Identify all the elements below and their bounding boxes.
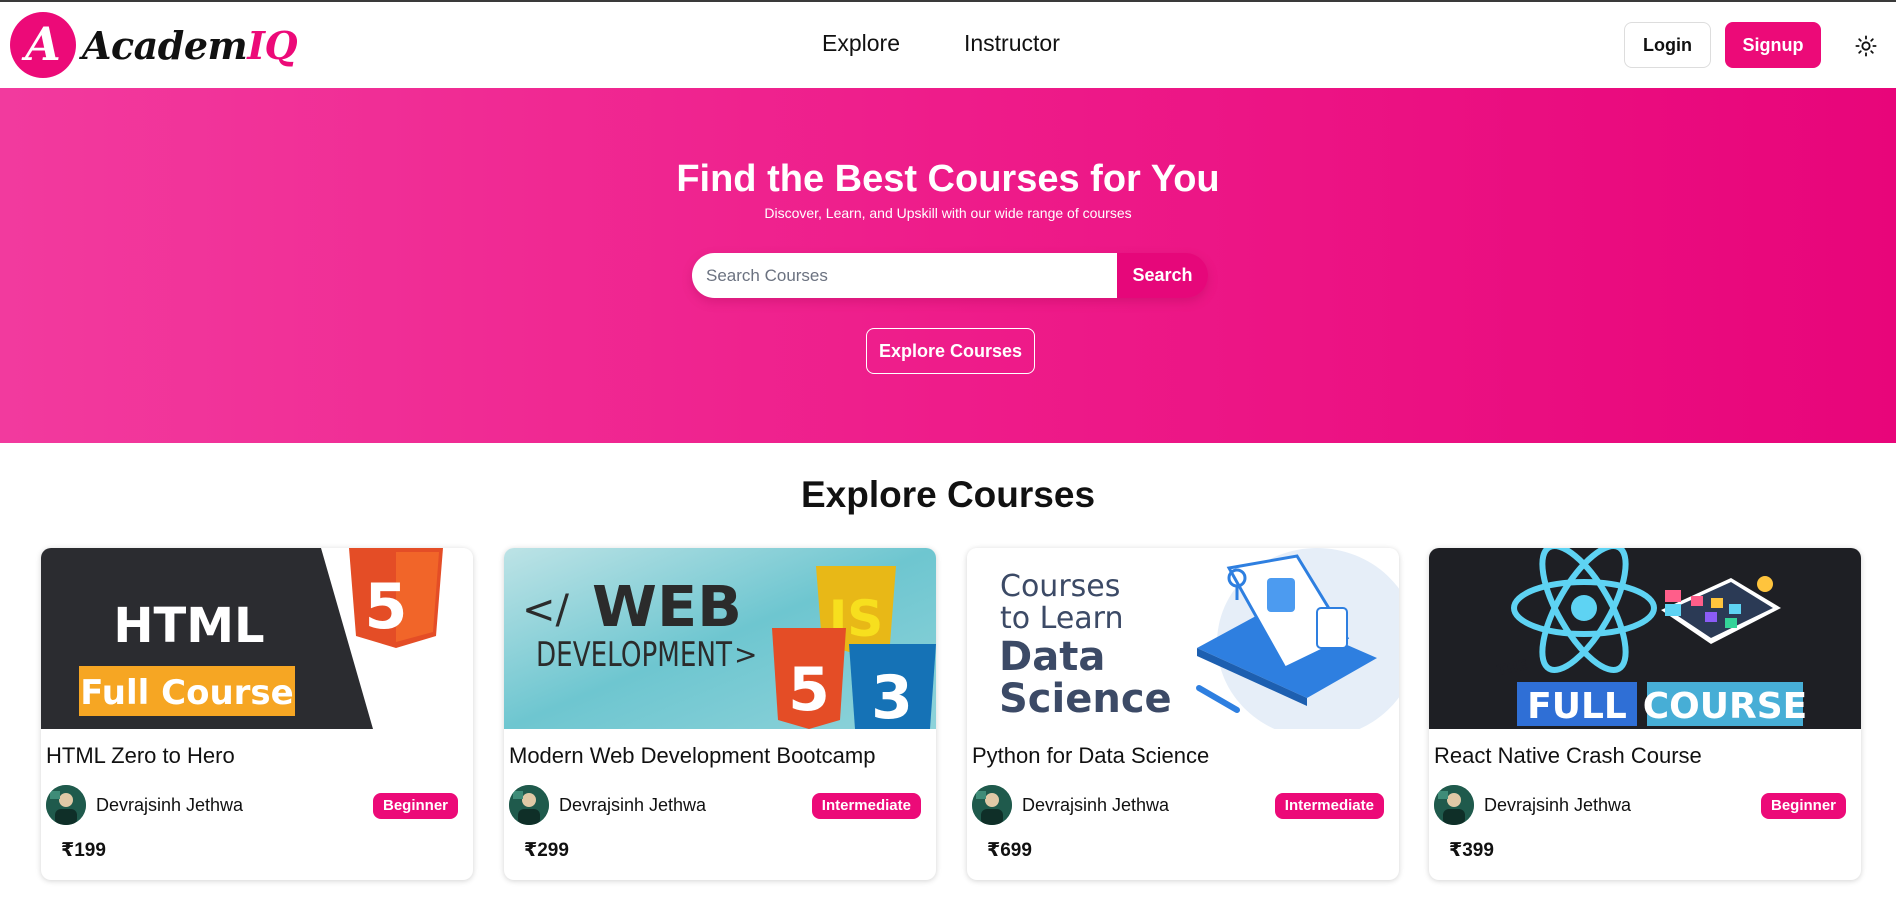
- logo-initial: A: [25, 17, 61, 71]
- main-nav: Explore Instructor: [822, 30, 1060, 57]
- brand-name: AcademIQ: [82, 22, 298, 68]
- course-card-webdev[interactable]: </ WEB DEVELOPMENT > JS 5 3 Modern Web D…: [504, 548, 936, 880]
- instructor-avatar: [972, 785, 1012, 825]
- thumb-html5-number: 5: [364, 570, 407, 643]
- thumb-tag-open: </: [522, 587, 570, 633]
- thumb-to-learn-label: to Learn: [1000, 601, 1124, 636]
- navbar: A AcademIQ Explore Instructor Login Sign…: [0, 2, 1896, 88]
- course-thumbnail: 5 HTML Full Course: [41, 548, 473, 729]
- instructor-avatar: [1434, 785, 1474, 825]
- course-price: ₹299: [524, 840, 569, 861]
- level-badge: Beginner: [372, 793, 458, 819]
- hero-banner: Find the Best Courses for You Discover, …: [0, 88, 1896, 443]
- sun-icon[interactable]: [1855, 35, 1877, 57]
- search-button[interactable]: Search: [1117, 253, 1208, 298]
- explore-courses-button[interactable]: Explore Courses: [866, 328, 1035, 374]
- instructor-name: Devrajsinh Jethwa: [559, 795, 707, 815]
- course-title[interactable]: React Native Crash Course: [1434, 743, 1702, 769]
- thumb-css3-number: 3: [871, 663, 913, 729]
- thumb-development-label: DEVELOPMENT: [536, 635, 732, 675]
- login-button[interactable]: Login: [1624, 22, 1711, 68]
- section-title: Explore Courses: [800, 474, 1096, 515]
- instructor-name: Devrajsinh Jethwa: [96, 795, 244, 815]
- brand-name-accent: IQ: [247, 22, 298, 68]
- course-title[interactable]: Python for Data Science: [972, 743, 1209, 769]
- thumb-tag-close: >: [734, 638, 757, 671]
- logo-badge: A: [10, 12, 76, 78]
- course-price: ₹399: [1449, 840, 1494, 861]
- thumb-web-label: WEB: [592, 575, 742, 640]
- instructor-name: Devrajsinh Jethwa: [1022, 795, 1170, 815]
- course-card-react-native[interactable]: THE FULL COURSE React Native Crash Cours…: [1429, 548, 1861, 880]
- thumb-html-label: HTML: [113, 598, 264, 654]
- course-thumbnail: </ WEB DEVELOPMENT > JS 5 3: [504, 548, 936, 729]
- thumb-courses-label: Courses: [1000, 569, 1120, 604]
- brand-logo[interactable]: A AcademIQ: [10, 12, 298, 78]
- level-badge: Beginner: [1760, 793, 1846, 819]
- instructor-name: Devrajsinh Jethwa: [1484, 795, 1632, 815]
- thumb-data-label: Data: [999, 634, 1105, 680]
- course-thumbnail: THE FULL COURSE: [1429, 548, 1861, 729]
- thumb-science-label: Science: [999, 676, 1172, 722]
- course-price: ₹699: [987, 840, 1032, 861]
- course-card-html[interactable]: 5 HTML Full Course HTML Zero to Hero Dev…: [41, 548, 473, 880]
- thumb-html5-number: 5: [788, 655, 830, 725]
- course-title[interactable]: Modern Web Development Bootcamp: [509, 743, 875, 769]
- search-input[interactable]: [692, 253, 1117, 298]
- level-badge: Intermediate: [1274, 793, 1384, 819]
- thumb-full-label: FULL: [1527, 686, 1627, 727]
- nav-instructor-link[interactable]: Instructor: [964, 30, 1060, 57]
- level-badge: Intermediate: [811, 793, 921, 819]
- nav-explore-link[interactable]: Explore: [822, 30, 900, 57]
- hero-subtitle: Discover, Learn, and Upskill with our wi…: [764, 205, 1132, 221]
- instructor-avatar: [46, 785, 86, 825]
- course-card-data-science[interactable]: Courses to Learn Data Science Python for…: [967, 548, 1399, 880]
- instructor-avatar: [509, 785, 549, 825]
- course-title[interactable]: HTML Zero to Hero: [46, 743, 235, 769]
- course-price: ₹199: [61, 840, 106, 861]
- search-bar: Search: [692, 253, 1208, 298]
- brand-name-main: Academ: [82, 22, 248, 68]
- thumb-full-course-label: Full Course: [80, 673, 293, 713]
- signup-button[interactable]: Signup: [1725, 22, 1821, 68]
- hero-title: Find the Best Courses for You: [676, 158, 1220, 200]
- thumb-course-label: COURSE: [1643, 686, 1808, 727]
- course-thumbnail: Courses to Learn Data Science: [967, 548, 1399, 729]
